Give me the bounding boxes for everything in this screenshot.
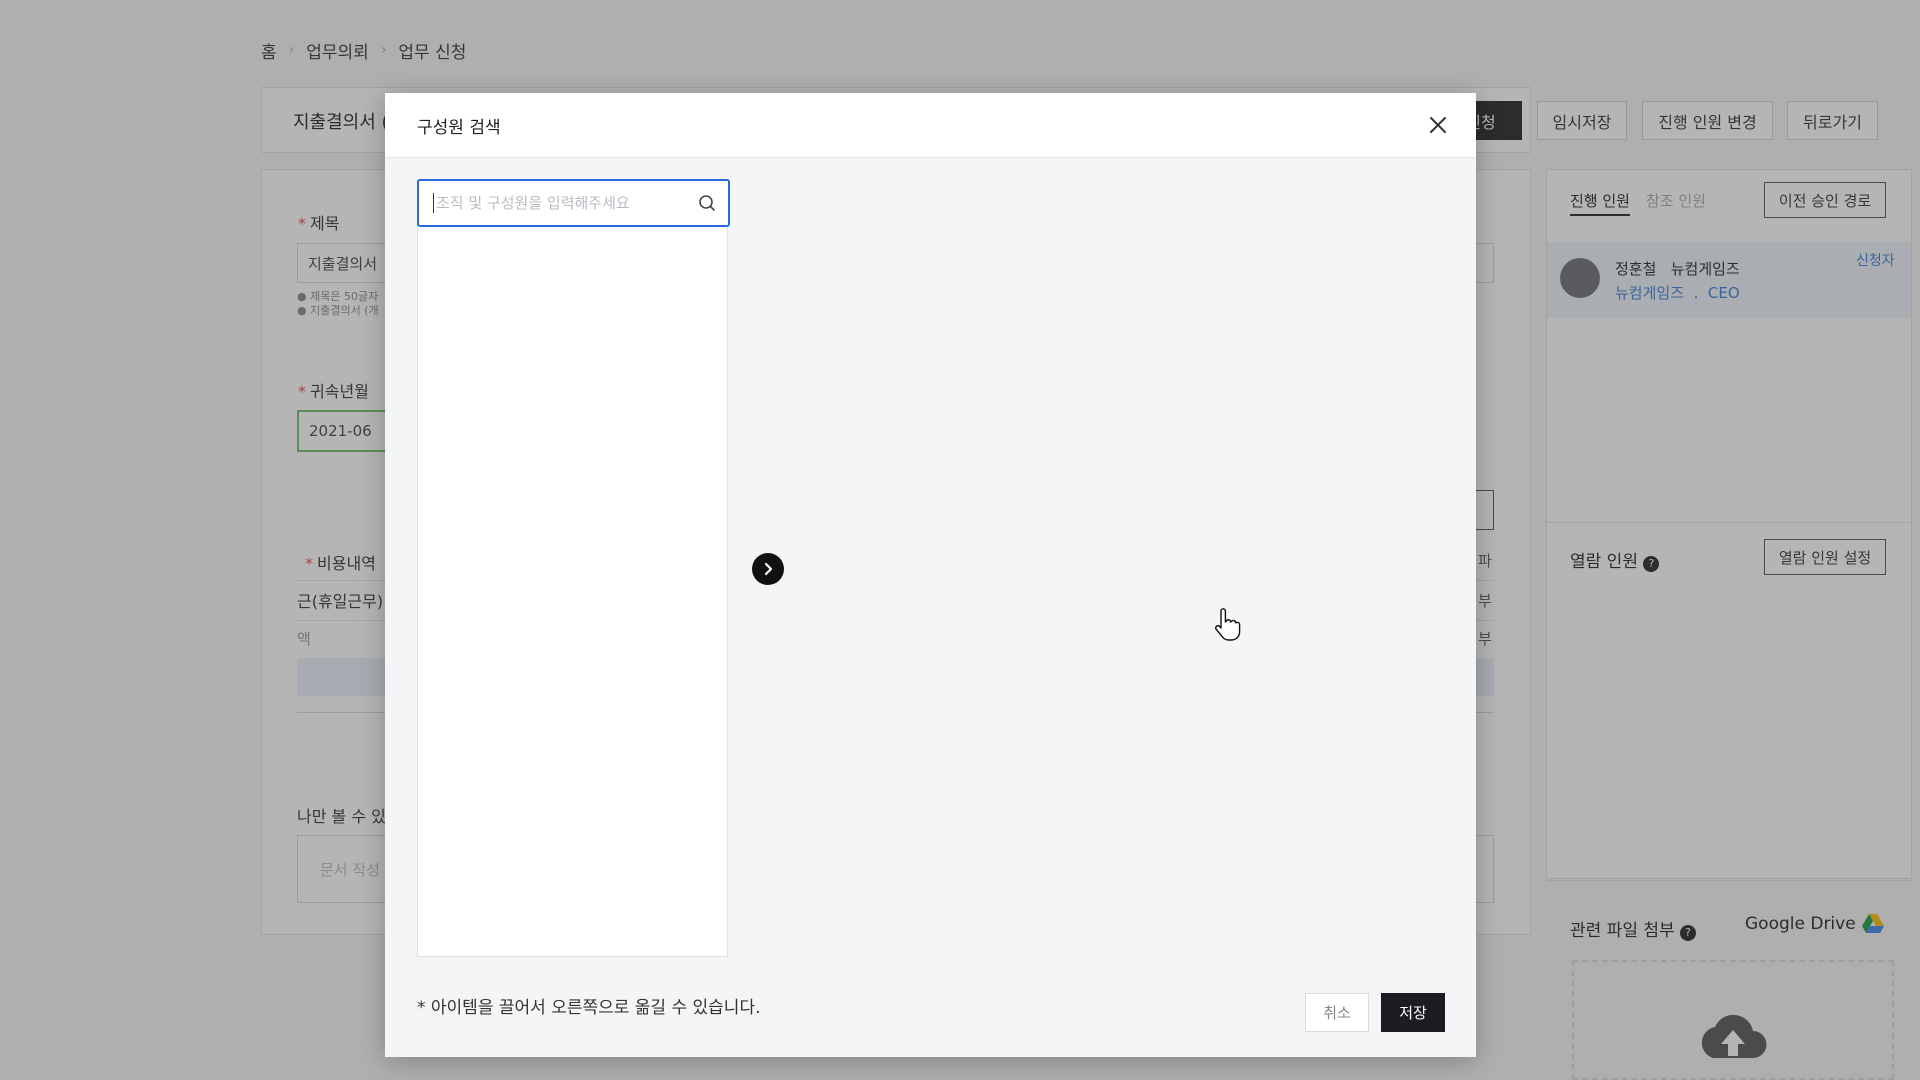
chevron-right-icon xyxy=(764,562,773,576)
text-caret xyxy=(433,193,434,213)
selected-members-area[interactable] xyxy=(805,179,1445,957)
cancel-button[interactable]: 취소 xyxy=(1305,993,1369,1032)
search-field[interactable] xyxy=(417,179,730,227)
move-right-button[interactable] xyxy=(752,553,784,585)
close-button[interactable] xyxy=(1423,110,1453,140)
modal-title: 구성원 검색 xyxy=(417,118,501,138)
close-icon xyxy=(1430,117,1446,133)
search-icon[interactable] xyxy=(698,194,716,212)
hand-cursor-icon xyxy=(1215,608,1241,641)
save-button[interactable]: 저장 xyxy=(1381,993,1445,1032)
member-list-panel[interactable] xyxy=(417,179,730,957)
member-search-modal: 구성원 검색 * 아이템을 끌어서 오른쪽으로 옮길 수 있습니다. 취소 저장 xyxy=(385,93,1476,1057)
search-input[interactable] xyxy=(436,194,698,212)
modal-header: 구성원 검색 xyxy=(385,93,1476,158)
drag-hint: * 아이템을 끌어서 오른쪽으로 옮길 수 있습니다. xyxy=(417,998,761,1018)
